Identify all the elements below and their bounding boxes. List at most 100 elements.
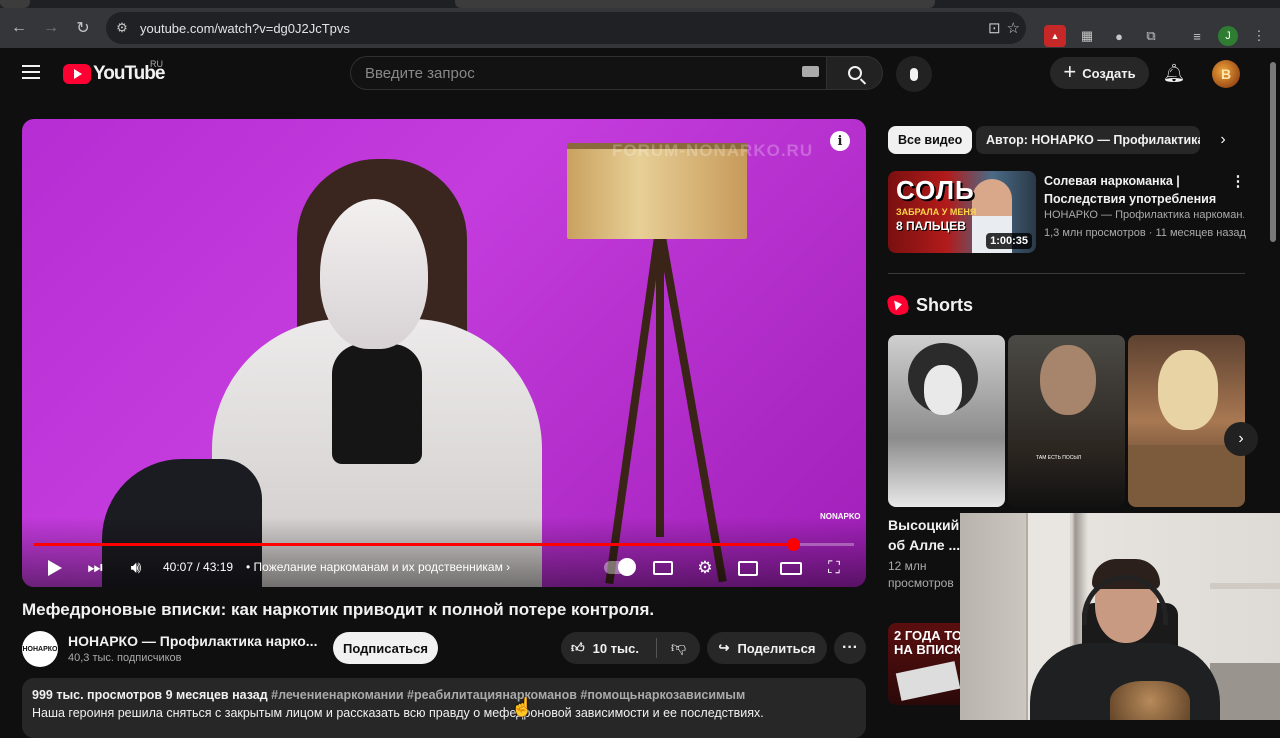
shorts-next-chevron-icon[interactable]: › [1224, 422, 1258, 456]
volume-icon: 🔊︎ [130, 558, 142, 577]
section-divider [888, 273, 1245, 274]
theater-icon [780, 561, 802, 575]
youtube-play-icon [63, 64, 91, 84]
extension-adblock-icon[interactable]: ▲ [1044, 25, 1066, 47]
video-watermark: FORUM-NONARKO.RU [612, 141, 814, 160]
install-app-icon[interactable]: ⊡ [988, 19, 1001, 37]
share-button[interactable]: ↪ Поделиться [707, 632, 827, 664]
subtitles-icon [653, 561, 673, 575]
keyboard-icon[interactable] [802, 66, 819, 77]
notifications-bell-icon[interactable]: 🔔︎ [1163, 63, 1186, 83]
short-thumbnail[interactable] [888, 335, 1005, 507]
subscribe-button[interactable]: Подписаться [333, 632, 438, 664]
short-thumbnail[interactable] [1128, 335, 1245, 507]
webcam-sofa [1210, 663, 1280, 720]
chapter-dot: • [246, 560, 254, 574]
webcam-cat [1110, 681, 1190, 720]
media-control-icon[interactable]: ≡ [1186, 25, 1208, 47]
forward-arrow-icon[interactable]: → [35, 12, 67, 44]
menu-icon[interactable] [22, 65, 40, 79]
short-figure [1128, 445, 1245, 507]
short-figure [1158, 350, 1218, 430]
page-scrollbar[interactable] [1270, 62, 1276, 242]
views-and-date: 999 тыс. просмотров 9 месяцев назад [32, 688, 268, 702]
time-display: 40:07 / 43:19 [163, 560, 234, 574]
more-horizontal-icon: ··· [842, 639, 858, 656]
player-controls: ⏭︎ 🔊︎ 40:07 / 43:19 • Пожелание наркоман… [22, 553, 866, 583]
description-meta: 999 тыс. просмотров 9 месяцев назад #леч… [32, 688, 856, 702]
tab-edge[interactable] [455, 0, 935, 8]
webcam-shelf [1210, 583, 1280, 589]
thumbnail-subline-2: 8 ПАЛЬЦЕВ [896, 219, 966, 233]
thumbs-up-icon: 👍︎ [571, 640, 585, 655]
volume-button[interactable]: 🔊︎ [125, 557, 147, 579]
short-title[interactable]: Высоцкий об Алле ... [888, 515, 962, 555]
search-button[interactable] [826, 56, 883, 90]
chip-all-videos[interactable]: Все видео [888, 126, 973, 154]
profile-avatar[interactable]: J [1218, 26, 1238, 46]
short-thumbnail[interactable]: ТАМ ЕСТЬ ПОСЫЛ [1008, 335, 1125, 507]
voice-search-button[interactable] [896, 56, 932, 92]
chip-author[interactable]: Автор: НОНАРКО — Профилактика нар [976, 126, 1200, 154]
channel-avatar[interactable]: НОНАРКО [22, 631, 58, 667]
search-icon [847, 66, 862, 80]
video-duration: 1:00:35 [986, 233, 1032, 249]
bookmark-star-icon[interactable]: ☆ [1007, 19, 1020, 37]
short-figure [1040, 345, 1096, 415]
more-actions-button[interactable]: ··· [834, 632, 866, 664]
search-input[interactable]: Введите запрос [350, 56, 827, 90]
create-label: Создать [1082, 65, 1136, 81]
create-button[interactable]: + Создать [1050, 57, 1149, 89]
dislike-button[interactable]: 👎︎ [657, 632, 700, 664]
autoplay-toggle[interactable] [604, 558, 636, 576]
theater-mode-button[interactable] [780, 557, 802, 579]
miniplayer-button[interactable] [737, 557, 759, 579]
shorts-heading: Shorts [916, 295, 974, 315]
hashtags[interactable]: #лечениенаркомании #реабилитациянаркоман… [271, 688, 745, 702]
url-text[interactable]: youtube.com/watch?v=dg0J2JcTpvs [140, 21, 350, 36]
progress-bar[interactable] [34, 538, 854, 551]
chips-next-chevron-icon[interactable]: › [1212, 129, 1234, 151]
fullscreen-button[interactable]: ⛶ [823, 557, 845, 579]
account-avatar[interactable]: B [1212, 60, 1240, 88]
description-text: Наша героиня решила сняться с закрытым л… [32, 706, 764, 720]
extension-qr-icon[interactable]: ▦ [1076, 25, 1098, 47]
plus-icon: + [1063, 59, 1077, 84]
search-placeholder: Введите запрос [365, 64, 475, 82]
channel-name[interactable]: НОНАРКО — Профилактика нарко... [68, 633, 317, 649]
like-button[interactable]: 👍︎ 10 тыс. [561, 632, 656, 664]
gear-icon: ⚙ [697, 558, 713, 577]
description-box[interactable]: 999 тыс. просмотров 9 месяцев назад #леч… [22, 678, 866, 738]
tab-edge[interactable] [0, 0, 30, 8]
thumbs-down-icon: 👎︎ [670, 639, 687, 656]
settings-button[interactable]: ⚙ [694, 557, 716, 579]
recommended-video-title[interactable]: Солевая наркоманка | Последствия употреб… [1044, 172, 1224, 208]
more-vertical-icon[interactable]: ⋮ [1231, 172, 1246, 190]
back-arrow-icon[interactable]: ← [3, 12, 35, 44]
extension-circle-icon[interactable]: ● [1108, 25, 1130, 47]
chapter-label: Пожелание наркоманам и их родственникам [253, 560, 503, 574]
fullscreen-icon: ⛶ [828, 558, 840, 577]
video-player[interactable]: FORUM-NONARKO.RU i ΝΟΝΑΡΚΟ ⏭︎ 🔊︎ 40:07 /… [22, 119, 866, 587]
next-button[interactable]: ⏭︎ [84, 557, 106, 579]
short-views: 12 млн просмотров [888, 559, 954, 590]
extensions-puzzle-icon[interactable]: ⧉ [1140, 25, 1162, 47]
short-figure [924, 365, 962, 415]
play-button[interactable] [44, 557, 66, 579]
thumbnail-object [895, 661, 961, 701]
youtube-logo[interactable]: YouTube RU [63, 59, 165, 85]
recommended-video-thumbnail[interactable]: 2 ГОДА ТО НА ВПИСК [888, 623, 968, 705]
webcam-overlay [960, 513, 1280, 720]
site-settings-icon[interactable]: ⚙ [108, 14, 136, 42]
browser-menu-icon[interactable]: ⋮ [1248, 25, 1270, 47]
recommended-video-thumbnail[interactable]: СОЛЬ ЗАБРАЛА У МЕНЯ 8 ПАЛЬЦЕВ 1:00:35 [888, 171, 1036, 253]
recommended-video-meta: 1,3 млн просмотров · 11 месяцев назад [1044, 227, 1246, 239]
address-bar[interactable]: ⚙ youtube.com/watch?v=dg0J2JcTpvs ⊡ ☆ [106, 12, 1026, 44]
reload-icon[interactable]: ↻ [67, 12, 99, 44]
share-icon: ↪ [718, 640, 730, 655]
subtitles-button[interactable] [652, 557, 674, 579]
chevron-right-icon: › [502, 560, 511, 574]
info-icon[interactable]: i [830, 131, 850, 151]
country-code: RU [150, 59, 163, 69]
chapter-title[interactable]: • Пожелание наркоманам и их родственника… [246, 560, 510, 574]
